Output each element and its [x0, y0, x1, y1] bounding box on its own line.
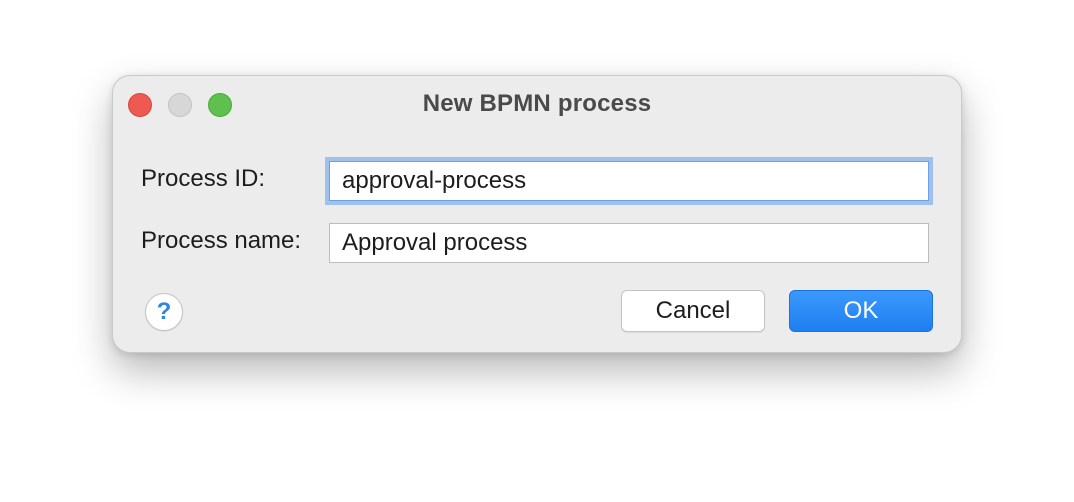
- process-name-input[interactable]: [329, 223, 929, 263]
- help-icon: ?: [156, 298, 172, 325]
- process-name-label: Process name:: [141, 227, 302, 254]
- new-bpmn-process-dialog: New BPMN process Process ID: Process nam…: [112, 75, 962, 353]
- screen: New BPMN process Process ID: Process nam…: [0, 0, 1074, 502]
- process-id-label: Process ID:: [141, 165, 266, 192]
- help-button[interactable]: ?: [145, 293, 183, 331]
- process-id-input[interactable]: [329, 161, 929, 201]
- cancel-button[interactable]: Cancel: [621, 290, 765, 332]
- dialog-title: New BPMN process: [422, 90, 652, 117]
- title-bar: New BPMN process: [113, 76, 961, 132]
- ok-button[interactable]: OK: [789, 290, 933, 332]
